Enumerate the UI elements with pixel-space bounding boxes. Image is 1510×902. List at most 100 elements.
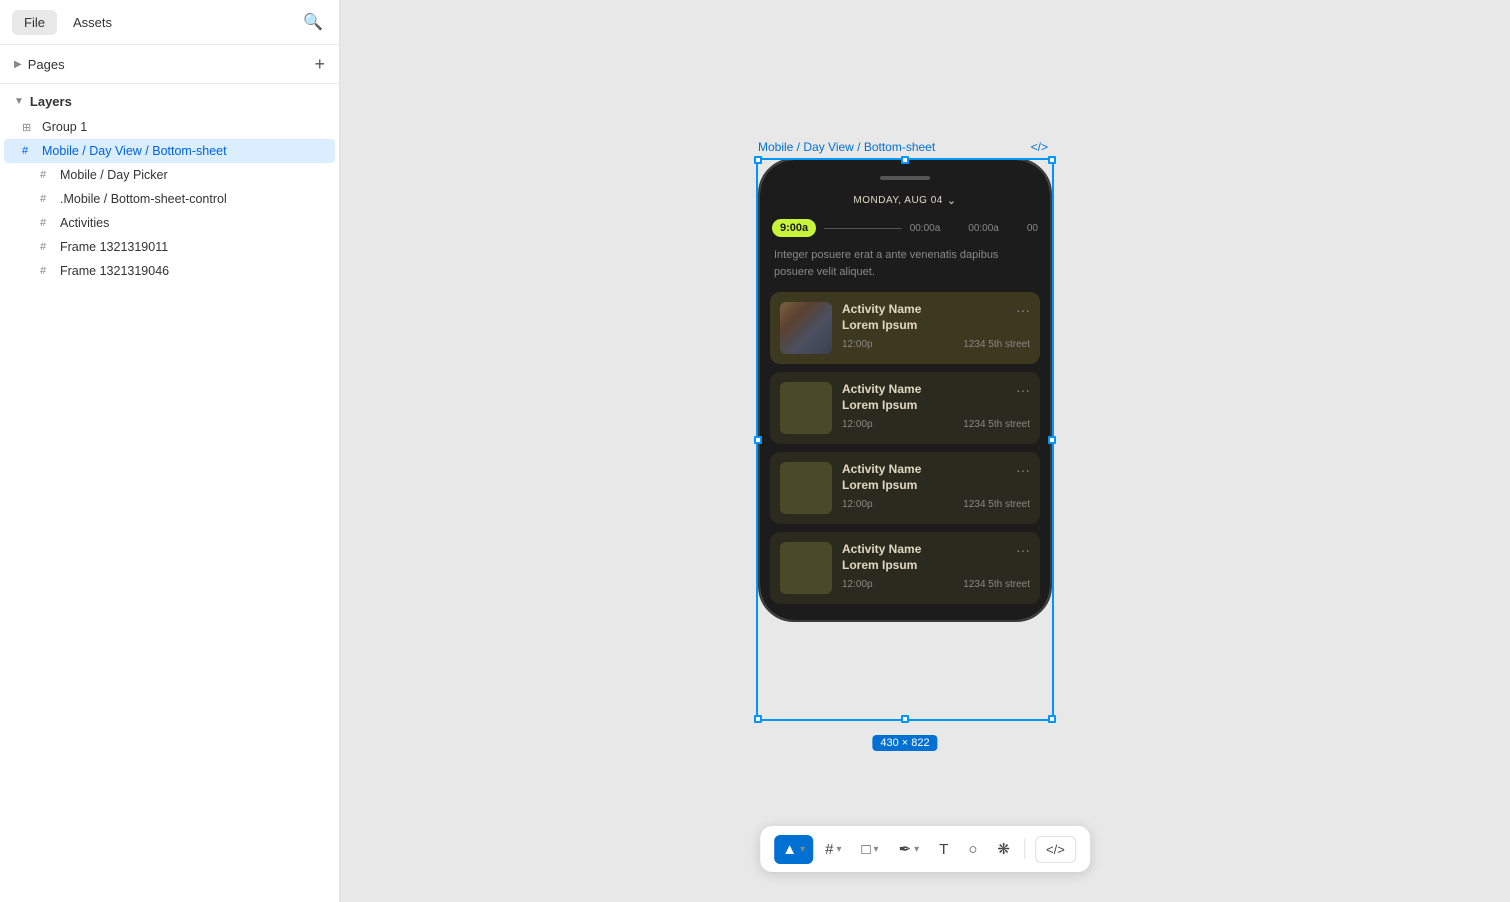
layer-name: Activities <box>60 216 109 230</box>
activity-meta-2: 12:00p 1234 5th street <box>842 419 1030 430</box>
layer-item-mobile-day-view[interactable]: # Mobile / Day View / Bottom-sheet <box>4 139 335 163</box>
component-tool-button[interactable]: ❋ <box>989 834 1018 864</box>
activity-name-4: Activity NameLorem Ipsum <box>842 542 1030 573</box>
ellipse-tool-button[interactable]: ○ <box>960 835 985 864</box>
layer-name: Mobile / Day Picker <box>60 168 168 182</box>
shape-chevron-icon: ▾ <box>874 844 879 855</box>
hash-icon: # <box>40 193 54 205</box>
pen-chevron-icon: ▾ <box>914 844 919 855</box>
activities-list: Activity NameLorem Ipsum 12:00p 1234 5th… <box>760 292 1050 620</box>
activity-info-4: Activity NameLorem Ipsum 12:00p 1234 5th… <box>842 542 1030 594</box>
hash-icon: # <box>40 241 54 253</box>
layer-item-frame1[interactable]: # Frame 1321319011 <box>4 235 335 259</box>
activity-time-2: 12:00p <box>842 419 873 430</box>
layer-item-mobile-bottom-control[interactable]: # .Mobile / Bottom-sheet-control <box>4 187 335 211</box>
layer-item-activities[interactable]: # Activities <box>4 211 335 235</box>
activity-time-1: 12:00p <box>842 339 873 350</box>
frame-tool-button[interactable]: # ▾ <box>817 835 849 864</box>
search-button[interactable]: 🔍 <box>299 8 327 36</box>
chevron-down-icon: ⌄ <box>947 194 957 207</box>
hash-icon: ⊞ <box>22 121 36 134</box>
hash-icon: # <box>40 265 54 277</box>
select-tool-button[interactable]: ▲ ▾ <box>774 835 813 864</box>
hash-icon: # <box>22 145 36 157</box>
frame-chevron-icon: ▾ <box>836 844 841 855</box>
size-badge: 430 × 822 <box>872 735 937 751</box>
layer-name: Group 1 <box>42 120 87 134</box>
pen-icon: ✒ <box>899 840 912 858</box>
layer-name: Frame 1321319046 <box>60 264 169 278</box>
timeline-time-1: 00:00a <box>910 223 941 234</box>
date-text: MONDAY, AUG 04 <box>853 195 942 206</box>
add-page-button[interactable]: + <box>314 55 325 73</box>
frame-icon: # <box>825 841 833 858</box>
bottom-toolbar: ▲ ▾ # ▾ □ ▾ ✒ ▾ T ○ ❋ <box>760 826 1090 872</box>
handle-bottom-left[interactable] <box>754 715 762 723</box>
activity-addr-3: 1234 5th street <box>963 499 1030 510</box>
layers-title: Layers <box>30 94 72 109</box>
sidebar: File Assets 🔍 ▶ Pages + ▼ Layers ⊞ Group… <box>0 0 340 902</box>
tab-file[interactable]: File <box>12 10 57 35</box>
pages-toggle[interactable]: ▶ Pages <box>14 57 314 72</box>
activity-meta-3: 12:00p 1234 5th street <box>842 499 1030 510</box>
more-button-4[interactable]: ··· <box>1016 542 1030 558</box>
date-header: MONDAY, AUG 04 ⌄ <box>760 194 1050 207</box>
toolbar-divider <box>1024 839 1025 859</box>
activity-info-3: Activity NameLorem Ipsum 12:00p 1234 5th… <box>842 462 1030 514</box>
activity-time-3: 12:00p <box>842 499 873 510</box>
activity-name-2: Activity NameLorem Ipsum <box>842 382 1030 413</box>
activity-thumb-4 <box>780 542 832 594</box>
layer-name: Mobile / Day View / Bottom-sheet <box>42 144 227 158</box>
pages-label: Pages <box>28 57 65 72</box>
layer-name: Frame 1321319011 <box>60 240 168 254</box>
select-chevron-icon: ▾ <box>800 844 805 855</box>
activity-name-3: Activity NameLorem Ipsum <box>842 462 1030 493</box>
activity-image-1 <box>780 302 832 354</box>
activity-addr-1: 1234 5th street <box>963 339 1030 350</box>
code-icon: </> <box>1046 842 1065 857</box>
phone-mockup: MONDAY, AUG 04 ⌄ 9:00a 00:00a 00:00a 00 … <box>758 158 1052 622</box>
activity-info-1: Activity NameLorem Ipsum 12:00p 1234 5th… <box>842 302 1030 354</box>
pages-section: ▶ Pages + <box>0 45 339 84</box>
component-name-label: Mobile / Day View / Bottom-sheet <box>758 140 935 154</box>
activity-card-4[interactable]: Activity NameLorem Ipsum 12:00p 1234 5th… <box>770 532 1040 604</box>
ellipse-icon: ○ <box>968 841 977 858</box>
timeline: 9:00a 00:00a 00:00a 00 <box>760 219 1050 237</box>
activity-card-2[interactable]: Activity NameLorem Ipsum 12:00p 1234 5th… <box>770 372 1040 444</box>
handle-bottom-right[interactable] <box>1048 715 1056 723</box>
code-button[interactable]: </> <box>1035 836 1076 863</box>
layer-item-group1[interactable]: ⊞ Group 1 <box>4 115 335 139</box>
shape-tool-button[interactable]: □ ▾ <box>853 835 886 864</box>
activity-info-2: Activity NameLorem Ipsum 12:00p 1234 5th… <box>842 382 1030 434</box>
shape-icon: □ <box>861 841 870 858</box>
layers-section: ▼ Layers ⊞ Group 1 # Mobile / Day View /… <box>0 84 339 902</box>
tab-assets[interactable]: Assets <box>61 10 124 35</box>
current-time-badge: 9:00a <box>772 219 816 237</box>
search-icon: 🔍 <box>303 14 323 31</box>
activity-addr-2: 1234 5th street <box>963 419 1030 430</box>
pen-tool-button[interactable]: ✒ ▾ <box>891 834 928 864</box>
chevron-down-icon: ▼ <box>14 96 24 107</box>
text-icon: T <box>939 841 948 858</box>
more-button-1[interactable]: ··· <box>1016 302 1030 318</box>
hash-icon: # <box>40 169 54 181</box>
component-label: Mobile / Day View / Bottom-sheet </> <box>758 140 1048 154</box>
activity-card-3[interactable]: Activity NameLorem Ipsum 12:00p 1234 5th… <box>770 452 1040 524</box>
status-bar <box>880 176 930 180</box>
layer-item-frame2[interactable]: # Frame 1321319046 <box>4 259 335 283</box>
timeline-time-2: 00:00a <box>968 223 999 234</box>
text-tool-button[interactable]: T <box>931 835 956 864</box>
more-button-2[interactable]: ··· <box>1016 382 1030 398</box>
phone-frame: MONDAY, AUG 04 ⌄ 9:00a 00:00a 00:00a 00 … <box>758 158 1052 622</box>
activity-meta-4: 12:00p 1234 5th street <box>842 579 1030 590</box>
phone-screen: MONDAY, AUG 04 ⌄ 9:00a 00:00a 00:00a 00 … <box>760 160 1050 620</box>
activity-meta-1: 12:00p 1234 5th street <box>842 339 1030 350</box>
layer-item-mobile-day-picker[interactable]: # Mobile / Day Picker <box>4 163 335 187</box>
canvas-area[interactable]: Mobile / Day View / Bottom-sheet </> 430… <box>340 0 1510 902</box>
code-icon[interactable]: </> <box>1031 140 1048 154</box>
handle-bottom-mid[interactable] <box>901 715 909 723</box>
activity-thumb-3 <box>780 462 832 514</box>
layers-header: ▼ Layers <box>0 84 339 115</box>
more-button-3[interactable]: ··· <box>1016 462 1030 478</box>
activity-card-1[interactable]: Activity NameLorem Ipsum 12:00p 1234 5th… <box>770 292 1040 364</box>
